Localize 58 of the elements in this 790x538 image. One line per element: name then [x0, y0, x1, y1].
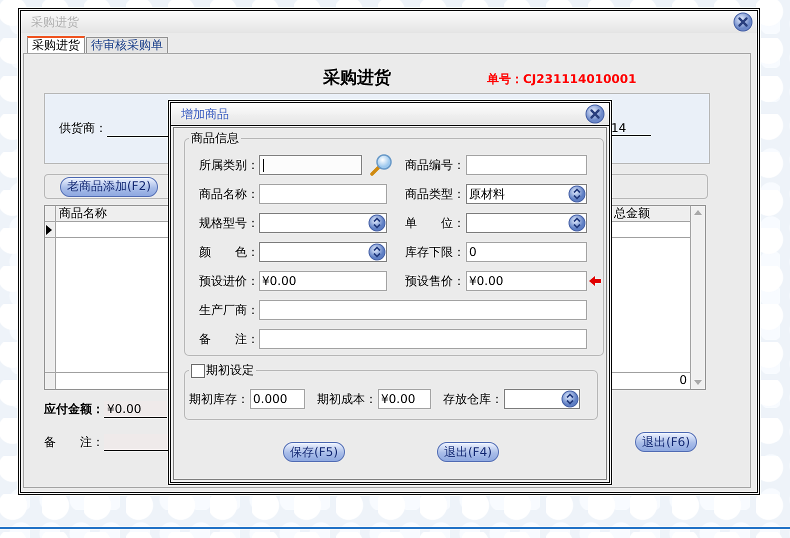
- field-label: 库存下限：: [405, 244, 466, 260]
- search-icon[interactable]: [369, 153, 393, 177]
- order-number: 单号：CJ231114010001: [487, 70, 636, 88]
- window-title: 采购进货: [31, 14, 79, 30]
- tab[interactable]: 待审核采购单: [86, 37, 168, 53]
- spinner-icon[interactable]: [368, 214, 386, 232]
- field-label: 期初库存：: [189, 390, 249, 408]
- checkbox-label[interactable]: 期初设定: [206, 362, 254, 379]
- field-label: 颜 色：: [199, 244, 259, 260]
- field-label: 商品编号：: [405, 156, 466, 174]
- field-label: 存放仓库：: [443, 390, 503, 408]
- add-button[interactable]: 老商品添加(F2): [60, 176, 158, 196]
- field-label: 供货商：: [59, 120, 107, 137]
- arrow-icon: [589, 276, 601, 286]
- save-button[interactable]: 保存(F5): [283, 442, 345, 462]
- spinner-icon[interactable]: [568, 185, 586, 203]
- field-label: 生产厂商：: [199, 302, 259, 318]
- field-label: 预设进价：: [199, 272, 259, 290]
- field-label: 备 注：: [199, 330, 259, 348]
- dropdown[interactable]: [466, 213, 587, 233]
- field-label: 商品类型：: [405, 186, 466, 202]
- field-label: 预设售价：: [405, 272, 466, 290]
- input-field[interactable]: [259, 155, 362, 175]
- field-label: 所属类别：: [199, 156, 259, 174]
- row-header[interactable]: [45, 222, 56, 237]
- exit-button[interactable]: 退出(F6): [635, 432, 697, 452]
- spinner-icon[interactable]: [561, 390, 579, 408]
- dropdown[interactable]: 原材料: [466, 184, 587, 204]
- dropdown[interactable]: [259, 213, 387, 233]
- input-field[interactable]: [259, 329, 587, 349]
- input-field[interactable]: 0: [466, 242, 587, 262]
- field-label: 期初成本：: [317, 390, 377, 408]
- tab[interactable]: 采购进货: [27, 36, 85, 53]
- field-label: 备 注：: [44, 434, 104, 450]
- dropdown[interactable]: [504, 389, 580, 409]
- input-field[interactable]: [259, 300, 587, 320]
- checkbox[interactable]: [191, 364, 205, 378]
- exit-button[interactable]: 退出(F4): [437, 442, 499, 462]
- row-pointer-icon: [45, 224, 53, 234]
- input-field[interactable]: 0.000: [250, 389, 305, 409]
- field-label: 单 位：: [405, 214, 466, 232]
- field-label: 应付金额：: [44, 401, 104, 418]
- field-label: 规格型号：: [199, 214, 259, 232]
- form-heading: 采购进货: [323, 66, 391, 88]
- group-title: 商品信息: [190, 130, 240, 147]
- input-field[interactable]: ¥0.00: [378, 389, 431, 409]
- close-icon[interactable]: [733, 12, 753, 32]
- input-field[interactable]: ¥0.00: [466, 271, 587, 291]
- close-icon[interactable]: [585, 104, 605, 124]
- field-label: 商品名称：: [199, 186, 259, 202]
- spinner-icon[interactable]: [368, 243, 386, 261]
- amount-field[interactable]: ¥0.00: [104, 401, 167, 418]
- input-field[interactable]: ¥0.00: [259, 271, 387, 291]
- dialog-title: 增加商品: [181, 106, 229, 122]
- input-field[interactable]: [259, 184, 387, 204]
- input-field[interactable]: [466, 155, 587, 175]
- dropdown[interactable]: [259, 242, 387, 262]
- spinner-icon[interactable]: [568, 214, 586, 232]
